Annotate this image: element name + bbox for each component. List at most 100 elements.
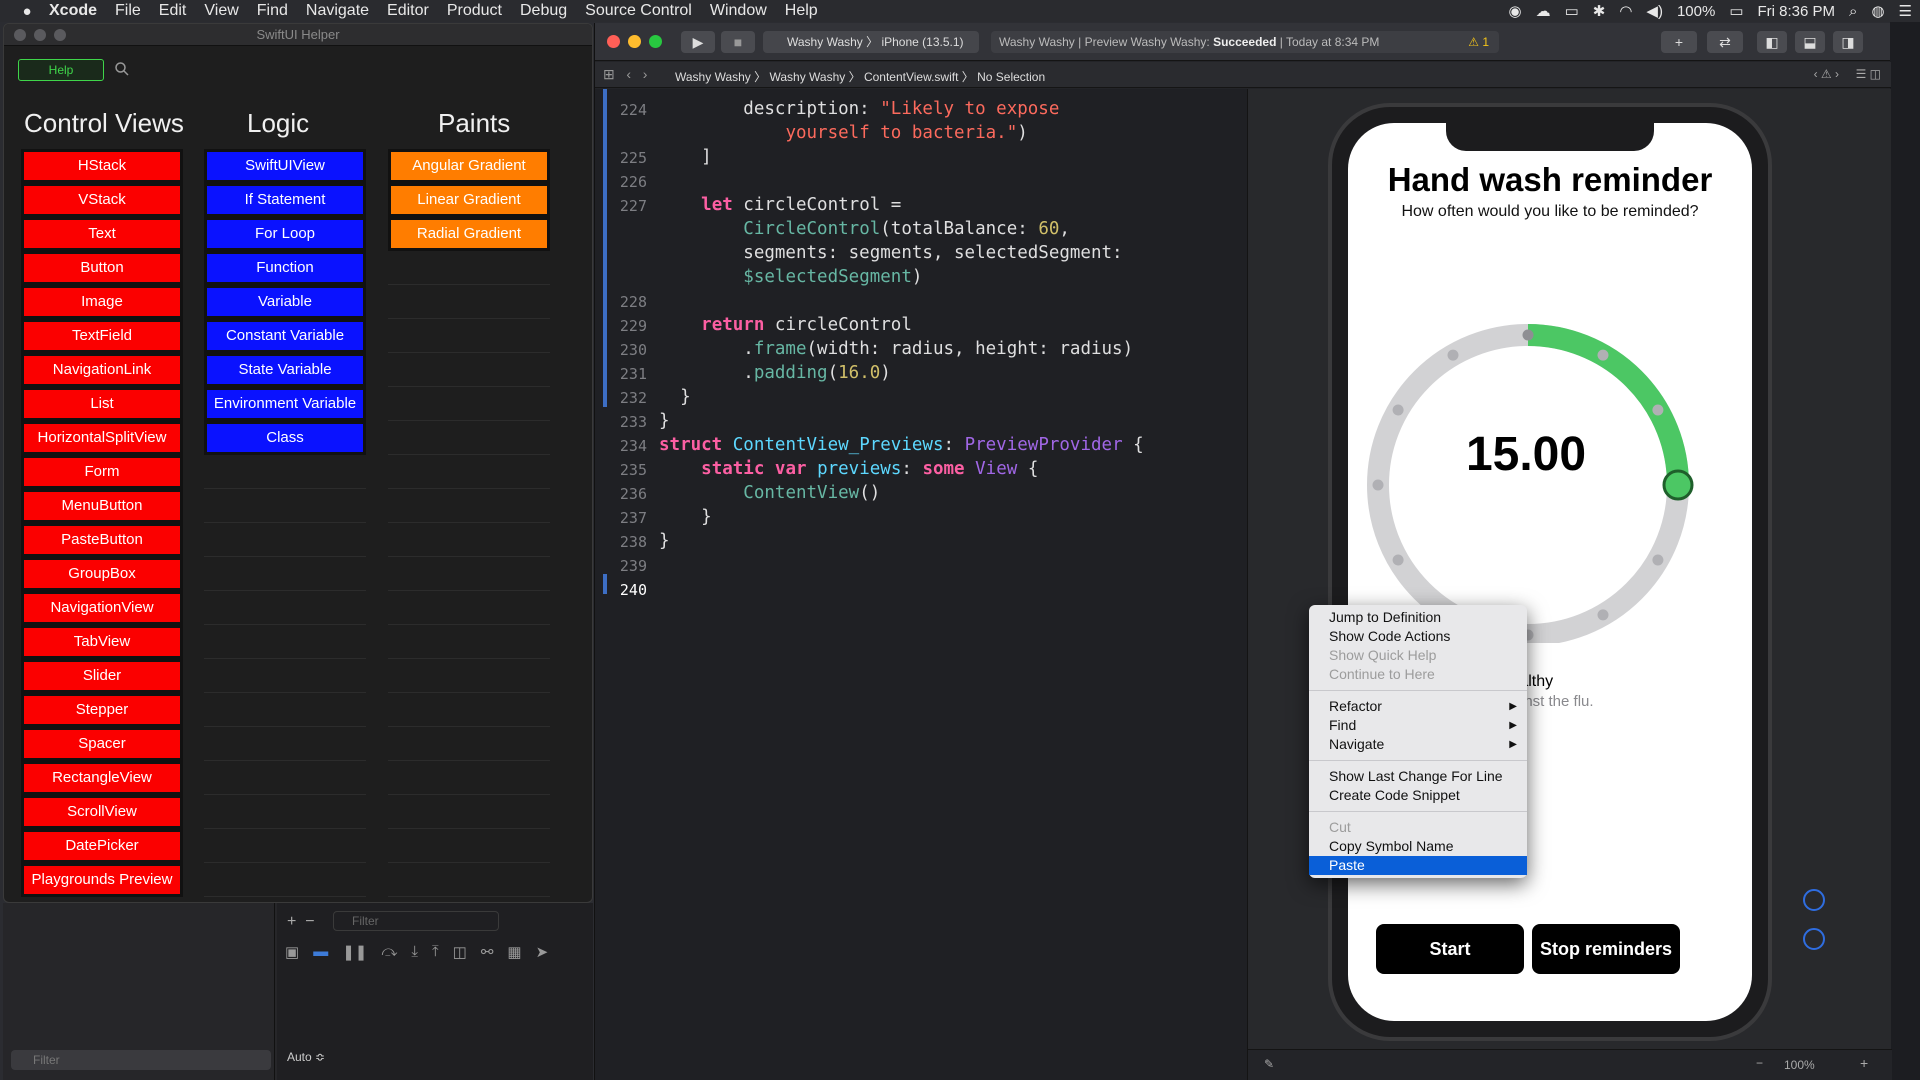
step-into-icon[interactable]: ⤓ [411, 943, 418, 961]
helper-item-button[interactable]: Button [21, 251, 183, 285]
helper-item-if-statement[interactable]: If Statement [204, 183, 366, 217]
helper-item-list[interactable]: List [21, 387, 183, 421]
helper-item-textfield[interactable]: TextField [21, 319, 183, 353]
bluetooth-icon[interactable]: ✱ [1593, 2, 1606, 20]
toggle-navigator-icon[interactable]: ◧ [1757, 31, 1787, 53]
menu-editor[interactable]: Editor [378, 2, 438, 20]
menu-item-navigate[interactable]: Navigate ▶ [1309, 735, 1527, 754]
helper-item-playgrounds-preview[interactable]: Playgrounds Preview [21, 863, 183, 897]
menu-view[interactable]: View [195, 2, 247, 20]
dial-segment-dot[interactable] [1447, 349, 1459, 361]
menu-debug[interactable]: Debug [511, 2, 576, 20]
menu-item-show-last-change-for-line[interactable]: Show Last Change For Line [1309, 767, 1527, 786]
menu-help[interactable]: Help [776, 2, 827, 20]
helper-item-linear-gradient[interactable]: Linear Gradient [388, 183, 550, 217]
issue-nav-icon[interactable]: ‹ ⚠ › [1814, 67, 1839, 81]
helper-item-radial-gradient[interactable]: Radial Gradient [388, 217, 550, 251]
helper-item-hstack[interactable]: HStack [21, 149, 183, 183]
wifi-icon[interactable]: ◠ [1619, 2, 1632, 20]
helper-item-slider[interactable]: Slider [21, 659, 183, 693]
helper-item-swiftuiview[interactable]: SwiftUIView [204, 149, 366, 183]
search-icon[interactable] [114, 61, 130, 77]
location-icon[interactable]: ➤ [536, 943, 549, 961]
airplay-icon[interactable]: ▭ [1565, 2, 1579, 20]
helper-item-constant-variable[interactable]: Constant Variable [204, 319, 366, 353]
dial-segment-dot[interactable] [1522, 329, 1534, 341]
breakpoints-icon[interactable]: ▬ [313, 943, 328, 961]
menu-navigate[interactable]: Navigate [297, 2, 378, 20]
dial-segment-dot[interactable] [1597, 609, 1609, 621]
debug-filter-input[interactable]: Filter [333, 911, 499, 931]
battery-icon[interactable]: ▭ [1729, 2, 1743, 20]
helper-item-menubutton[interactable]: MenuButton [21, 489, 183, 523]
dial-segment-dot[interactable] [1652, 554, 1664, 566]
helper-item-scrollview[interactable]: ScrollView [21, 795, 183, 829]
siri-icon[interactable]: ◍ [1871, 2, 1884, 20]
status-icon-1[interactable]: ◉ [1508, 2, 1521, 20]
scheme-selector[interactable]: Washy Washy 〉 iPhone (13.5.1) [763, 31, 979, 53]
auto-selector[interactable]: Auto ≎ [287, 1050, 325, 1064]
battery-label[interactable]: 100% [1677, 3, 1715, 20]
variables-filter-input[interactable]: Filter [11, 1050, 271, 1070]
view-debug-icon[interactable]: ◫ [453, 943, 467, 961]
close-window-button[interactable] [607, 35, 620, 48]
console-icon[interactable]: ▣ [285, 943, 299, 961]
pause-icon[interactable]: ❚❚ [342, 943, 367, 961]
breadcrumb-project[interactable]: Washy Washy [675, 70, 751, 84]
stop-reminders-button[interactable]: Stop reminders [1532, 924, 1680, 974]
menu-item-create-code-snippet[interactable]: Create Code Snippet [1309, 786, 1527, 805]
menu-app-name[interactable]: Xcode [40, 2, 106, 20]
helper-item-pastebutton[interactable]: PasteButton [21, 523, 183, 557]
dial-segment-dot[interactable] [1392, 404, 1404, 416]
helper-item-tabview[interactable]: TabView [21, 625, 183, 659]
clock[interactable]: Fri 8:36 PM [1758, 3, 1836, 20]
environment-icon[interactable]: ▦ [507, 943, 521, 961]
apple-menu-icon[interactable]: ● [14, 3, 40, 20]
toggle-debug-area-icon[interactable]: ⬓ [1795, 31, 1825, 53]
menu-product[interactable]: Product [438, 2, 511, 20]
toggle-inspector-icon[interactable]: ◨ [1833, 31, 1863, 53]
helper-item-navigationlink[interactable]: NavigationLink [21, 353, 183, 387]
add-remove-icon[interactable]: + − [287, 913, 315, 931]
step-out-icon[interactable]: ⤒ [432, 943, 439, 961]
minimize-window-button[interactable] [628, 35, 641, 48]
help-button[interactable]: Help [18, 59, 104, 81]
helper-item-stepper[interactable]: Stepper [21, 693, 183, 727]
cloud-icon[interactable]: ☁ [1536, 2, 1551, 20]
menu-window[interactable]: Window [701, 2, 776, 20]
code-review-button[interactable]: ⇄ [1707, 31, 1743, 53]
helper-item-rectangleview[interactable]: RectangleView [21, 761, 183, 795]
dial-segment-dot[interactable] [1392, 554, 1404, 566]
dial-segment-dot[interactable] [1597, 349, 1609, 361]
helper-item-form[interactable]: Form [21, 455, 183, 489]
helper-item-for-loop[interactable]: For Loop [204, 217, 366, 251]
helper-item-navigationview[interactable]: NavigationView [21, 591, 183, 625]
menu-item-show-code-actions[interactable]: Show Code Actions [1309, 627, 1527, 646]
live-preview-icon[interactable] [1803, 889, 1825, 911]
helper-item-class[interactable]: Class [204, 421, 366, 455]
zoom-window-button[interactable] [649, 35, 662, 48]
menu-item-paste[interactable]: Paste [1309, 856, 1527, 875]
zoom-out-icon[interactable]: − [1756, 1056, 1763, 1070]
helper-item-horizontalsplitview[interactable]: HorizontalSplitView [21, 421, 183, 455]
menu-item-find[interactable]: Find ▶ [1309, 716, 1527, 735]
menu-file[interactable]: File [106, 2, 150, 20]
control-center-icon[interactable]: ☰ [1899, 2, 1912, 20]
helper-item-angular-gradient[interactable]: Angular Gradient [388, 149, 550, 183]
menu-edit[interactable]: Edit [150, 2, 196, 20]
menu-item-refactor[interactable]: Refactor ▶ [1309, 697, 1527, 716]
helper-item-environment-variable[interactable]: Environment Variable [204, 387, 366, 421]
menu-find[interactable]: Find [248, 2, 297, 20]
start-button[interactable]: Start [1376, 924, 1524, 974]
helper-item-vstack[interactable]: VStack [21, 183, 183, 217]
menu-source-control[interactable]: Source Control [576, 2, 701, 20]
helper-item-spacer[interactable]: Spacer [21, 727, 183, 761]
helper-item-variable[interactable]: Variable [204, 285, 366, 319]
zoom-in-icon[interactable]: + [1860, 1055, 1868, 1071]
helper-item-image[interactable]: Image [21, 285, 183, 319]
stop-button[interactable]: ■ [721, 31, 755, 53]
helper-item-function[interactable]: Function [204, 251, 366, 285]
breadcrumb-selection[interactable]: No Selection [977, 70, 1045, 84]
pin-icon[interactable]: ✎ [1264, 1057, 1274, 1071]
nav-back-forward-icon[interactable]: ⊞ ‹ › [603, 66, 647, 83]
